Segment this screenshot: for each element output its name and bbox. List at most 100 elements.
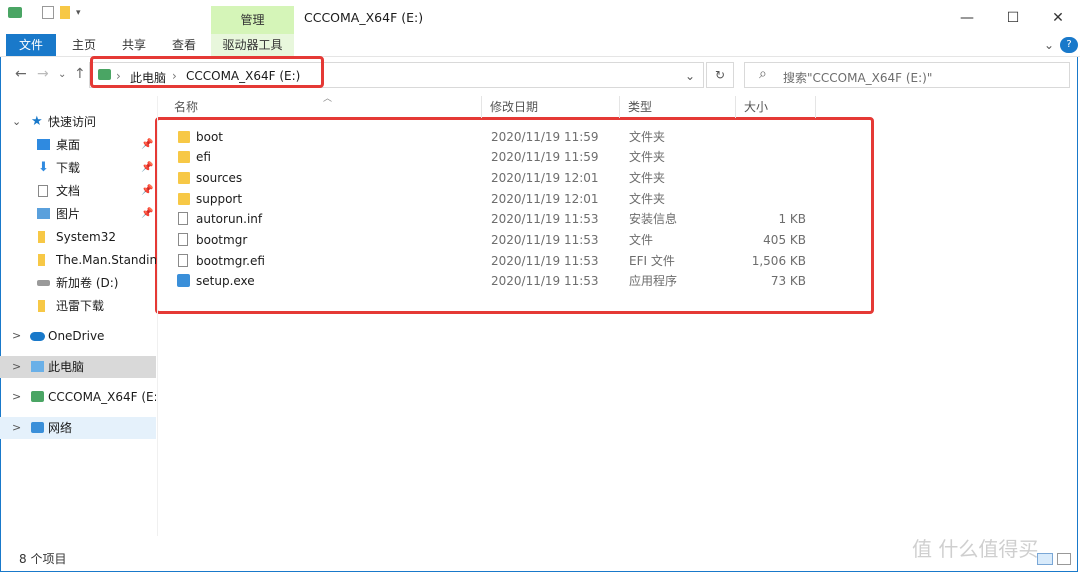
file-row[interactable]: efi 2020/11/19 11:59 文件夹 — [170, 147, 820, 167]
nav-label: 桌面 — [56, 138, 81, 152]
search-input[interactable]: 搜索"CCCOMA_X64F (E:)" — [783, 69, 932, 86]
file-type: 文件夹 — [629, 150, 666, 164]
folder-icon — [178, 193, 190, 205]
folder-icon — [38, 300, 45, 312]
file-name: efi — [196, 150, 211, 164]
new-folder-icon[interactable] — [60, 6, 70, 19]
nav-item-documents[interactable]: 文档 📌 — [0, 180, 156, 202]
minimize-button[interactable]: — — [944, 6, 990, 30]
pin-icon[interactable]: 📌 — [141, 157, 153, 179]
help-icon[interactable]: ? — [1060, 37, 1078, 53]
expand-ribbon-icon[interactable]: ⌄ — [1040, 34, 1058, 56]
pin-icon[interactable]: 📌 — [141, 134, 153, 156]
pin-icon[interactable]: 📌 — [141, 203, 153, 225]
folder-icon — [178, 172, 190, 184]
nav-item-system32[interactable]: System32 — [0, 226, 156, 248]
file-type: 文件夹 — [629, 192, 666, 206]
file-row[interactable]: bootmgr 2020/11/19 11:53 文件 405 KB — [170, 230, 820, 250]
nav-label: OneDrive — [48, 329, 105, 343]
nav-label: 图片 — [56, 207, 81, 221]
nav-label: 网络 — [48, 421, 73, 435]
cloud-icon — [30, 332, 45, 341]
drive-icon — [37, 280, 50, 286]
nav-item-pictures[interactable]: 图片 📌 — [0, 203, 156, 225]
nav-label: 迅雷下载 — [56, 299, 105, 313]
file-type: 安装信息 — [629, 212, 678, 226]
window-title: CCCOMA_X64F (E:) — [304, 10, 424, 25]
file-size: 405 KB — [763, 233, 806, 247]
close-button[interactable]: ✕ — [1035, 6, 1080, 30]
network-icon — [31, 422, 44, 433]
file-name: setup.exe — [196, 274, 255, 288]
address-dropdown-icon[interactable]: ⌄ — [685, 69, 695, 83]
search-box[interactable]: ⌕ 搜索"CCCOMA_X64F (E:)" — [744, 62, 1070, 88]
customize-qa-icon[interactable]: ▾ — [76, 8, 81, 18]
nav-quick-access[interactable]: ⌄ ★ 快速访问 — [0, 111, 156, 133]
pane-divider[interactable] — [157, 96, 158, 536]
expand-icon[interactable]: > — [12, 356, 21, 378]
file-size: 73 KB — [770, 274, 806, 288]
file-date: 2020/11/19 12:01 — [491, 171, 599, 185]
tab-drive-tools[interactable]: 驱动器工具 — [211, 34, 294, 56]
context-tab-manage[interactable]: 管理 — [211, 6, 294, 34]
tab-file[interactable]: 文件 — [6, 34, 56, 56]
computer-icon — [31, 361, 44, 372]
nav-label: 下载 — [56, 161, 81, 175]
file-row[interactable]: support 2020/11/19 12:01 文件夹 — [170, 189, 820, 209]
file-name: sources — [196, 171, 243, 185]
navigation-pane: ⌄ ★ 快速访问 桌面 📌 ⬇ 下载 📌 文档 📌 图片 📌 System32 … — [0, 96, 156, 546]
nav-item-desktop[interactable]: 桌面 📌 — [0, 134, 156, 156]
tab-view[interactable]: 查看 — [162, 34, 206, 56]
nav-item-drive-e[interactable]: > CCCOMA_X64F (E:) — [0, 386, 156, 408]
tab-share[interactable]: 共享 — [112, 34, 156, 56]
expand-icon[interactable]: > — [12, 386, 21, 408]
title-bar: ▾ 管理 CCCOMA_X64F (E:) — ☐ ✕ — [0, 0, 1080, 34]
file-name: bootmgr — [196, 233, 248, 247]
column-header-date[interactable]: 修改日期 — [482, 96, 620, 118]
nav-item-xunlei[interactable]: 迅雷下载 — [0, 295, 156, 317]
collapse-icon[interactable]: ⌄ — [12, 111, 21, 133]
tab-home[interactable]: 主页 — [62, 34, 106, 56]
details-view-icon[interactable] — [1037, 553, 1053, 565]
file-row[interactable]: autorun.inf 2020/11/19 11:53 安装信息 1 KB — [170, 209, 820, 229]
maximize-button[interactable]: ☐ — [990, 6, 1036, 30]
file-name: support — [196, 192, 243, 206]
nav-item-volume-d[interactable]: 新加卷 (D:) — [0, 272, 156, 294]
back-button[interactable]: ← — [15, 66, 27, 82]
up-button[interactable]: ↑ — [74, 66, 86, 82]
file-name: boot — [196, 130, 224, 144]
column-header-type[interactable]: 类型 — [620, 96, 736, 118]
pictures-icon — [37, 208, 50, 219]
file-name: bootmgr.efi — [196, 254, 265, 268]
file-row[interactable]: bootmgr.efi 2020/11/19 11:53 EFI 文件 1,50… — [170, 251, 820, 271]
file-icon — [178, 254, 188, 267]
file-date: 2020/11/19 11:53 — [491, 212, 599, 226]
download-icon: ⬇ — [38, 160, 49, 175]
properties-icon[interactable] — [42, 6, 54, 19]
pin-icon[interactable]: 📌 — [141, 180, 153, 202]
file-row[interactable]: sources 2020/11/19 12:01 文件夹 — [170, 168, 820, 188]
settings-file-icon — [178, 212, 188, 225]
column-header-size[interactable]: 大小 — [736, 96, 816, 118]
ribbon-tabs: 文件 主页 共享 查看 驱动器工具 ⌄ ? — [0, 34, 1080, 57]
nav-label: System32 — [56, 230, 117, 244]
folder-icon — [178, 131, 190, 143]
nav-label: 快速访问 — [48, 115, 97, 129]
expand-icon[interactable]: > — [12, 417, 21, 439]
column-header-name[interactable]: 名称 — [166, 96, 482, 118]
nav-item-downloads[interactable]: ⬇ 下载 📌 — [0, 157, 156, 179]
folder-icon — [38, 231, 45, 243]
file-type: 应用程序 — [629, 274, 678, 288]
file-row[interactable]: setup.exe 2020/11/19 11:53 应用程序 73 KB — [170, 271, 820, 291]
forward-button[interactable]: → — [37, 66, 49, 82]
file-date: 2020/11/19 11:53 — [491, 254, 599, 268]
nav-item-network[interactable]: > 网络 — [0, 417, 156, 439]
nav-item-the-man-standing[interactable]: The.Man.Standing — [0, 249, 156, 271]
nav-item-onedrive[interactable]: > OneDrive — [0, 325, 156, 347]
refresh-button[interactable]: ↻ — [706, 62, 734, 88]
nav-item-this-pc[interactable]: > 此电脑 — [0, 356, 156, 378]
file-row[interactable]: boot 2020/11/19 11:59 文件夹 — [170, 127, 820, 147]
recent-locations-button[interactable]: ⌄ — [58, 69, 66, 80]
large-icons-view-icon[interactable] — [1057, 553, 1071, 565]
expand-icon[interactable]: > — [12, 325, 21, 347]
